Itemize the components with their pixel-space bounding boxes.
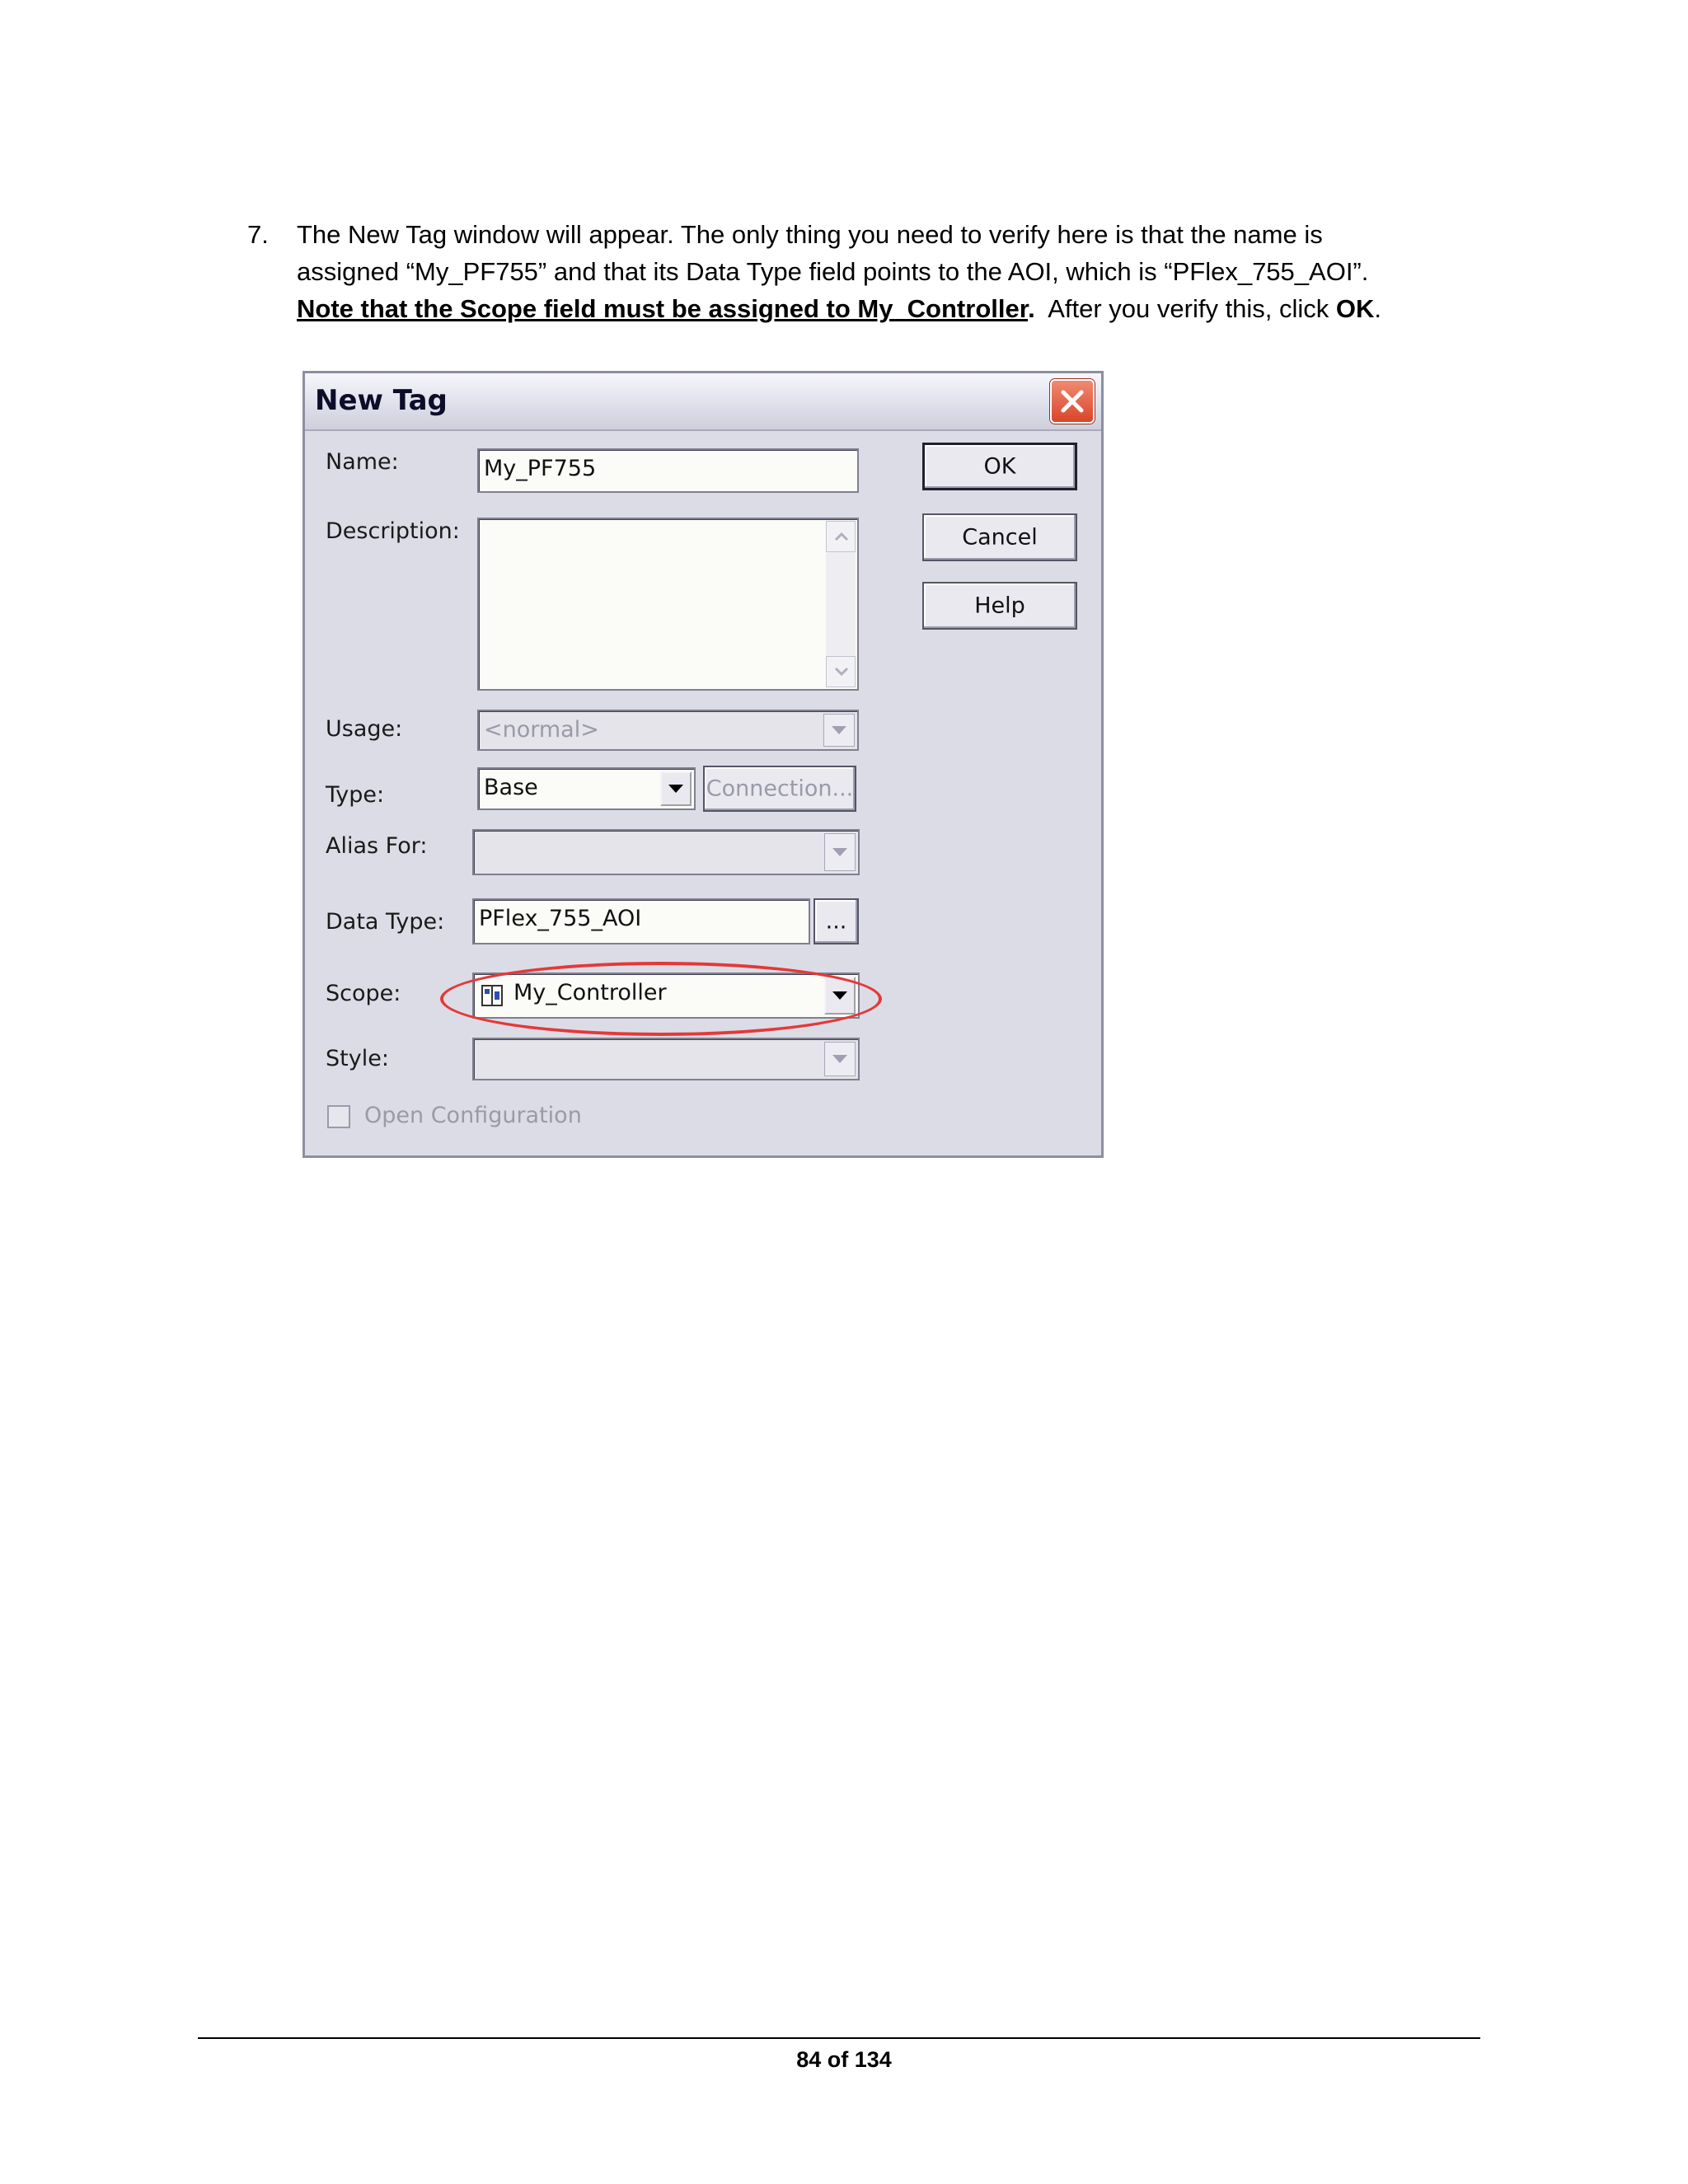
data-type-label: Data Type: (326, 909, 445, 935)
usage-dropdown[interactable]: <normal> (477, 710, 859, 751)
chevron-down-icon (834, 667, 849, 677)
description-label: Description: (326, 518, 460, 544)
dropdown-arrow-icon (832, 848, 847, 856)
chevron-up-icon (834, 532, 849, 541)
dropdown-arrow-icon (832, 1055, 847, 1063)
name-label: Name: (326, 449, 399, 475)
note-period: . (1028, 294, 1035, 323)
instruction-line-3: Note that the Scope field must be assign… (297, 290, 1550, 327)
browse-data-type-button[interactable]: ... (814, 898, 859, 944)
footer-rule (198, 2037, 1480, 2039)
close-button[interactable] (1050, 379, 1095, 424)
dialog-title: New Tag (315, 384, 448, 417)
help-button[interactable]: Help (922, 582, 1077, 630)
scope-note: Note that the Scope field must be assign… (297, 294, 1029, 323)
help-button-label: Help (974, 593, 1025, 619)
instruction-line-2: assigned “My_PF755” and that its Data Ty… (297, 257, 1369, 286)
dropdown-arrow-icon (832, 726, 846, 734)
name-value: My_PF755 (484, 456, 597, 481)
description-scrollbar[interactable] (826, 521, 856, 687)
cancel-button-label: Cancel (962, 524, 1038, 551)
close-icon (1061, 390, 1084, 413)
style-dropdown-button[interactable] (824, 1042, 856, 1076)
ok-button[interactable]: OK (922, 443, 1077, 490)
browse-button-label: ... (825, 908, 847, 935)
end-period: . (1374, 294, 1382, 323)
scope-highlight-circle (440, 962, 882, 1036)
new-tag-dialog: New Tag Name: My_PF755 Description: Usag… (302, 371, 1104, 1158)
open-configuration-checkbox[interactable] (327, 1105, 350, 1128)
scroll-up-arrow[interactable] (826, 521, 856, 552)
dropdown-arrow-icon (668, 785, 683, 793)
connection-button[interactable]: Connection... (703, 766, 856, 812)
description-field[interactable] (477, 518, 859, 691)
scroll-down-arrow[interactable] (826, 656, 856, 687)
dialog-titlebar: New Tag (305, 373, 1101, 431)
usage-value: <normal> (484, 717, 599, 743)
scope-label: Scope: (326, 981, 401, 1006)
ok-word: OK (1335, 294, 1375, 323)
type-dropdown-button[interactable] (660, 771, 692, 806)
ok-button-label: OK (983, 453, 1016, 480)
type-label: Type: (326, 782, 385, 808)
after-text: After you verify this, click (1034, 294, 1336, 323)
step-number: 7. (247, 220, 269, 249)
data-type-value: PFlex_755_AOI (479, 906, 642, 931)
style-label: Style: (326, 1046, 389, 1071)
instruction-line-1: The New Tag window will appear. The only… (297, 220, 1323, 249)
instruction-text: The New Tag window will appear. The only… (297, 216, 1550, 327)
data-type-field[interactable]: PFlex_755_AOI (472, 898, 810, 944)
alias-for-label: Alias For: (326, 833, 428, 859)
type-dropdown[interactable]: Base (477, 767, 696, 810)
alias-dropdown-button[interactable] (824, 833, 856, 871)
cancel-button[interactable]: Cancel (922, 513, 1077, 561)
style-dropdown[interactable] (472, 1038, 860, 1080)
usage-dropdown-button[interactable] (823, 714, 855, 747)
connection-button-label: Connection... (706, 776, 854, 802)
page-number: 84 of 134 (796, 2047, 892, 2072)
name-field[interactable]: My_PF755 (477, 448, 859, 493)
alias-for-dropdown[interactable] (472, 829, 860, 875)
type-value: Base (484, 775, 538, 800)
open-configuration-label: Open Configuration (364, 1103, 582, 1128)
usage-label: Usage: (326, 716, 403, 742)
